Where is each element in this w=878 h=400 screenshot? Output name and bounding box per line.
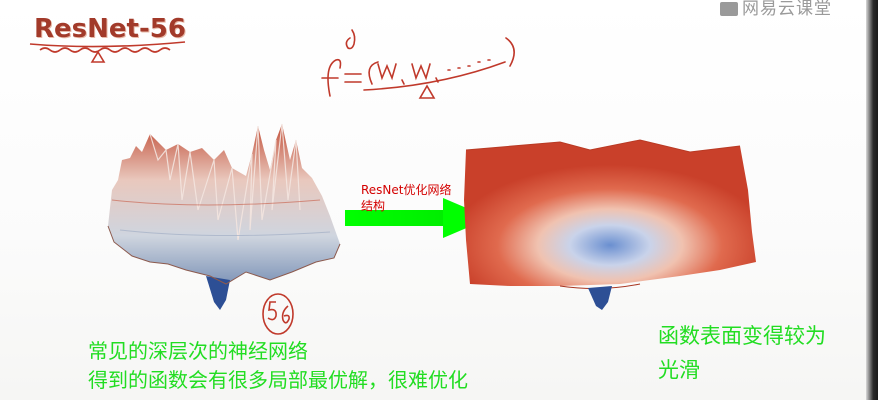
delta-mark-formula [418,84,436,99]
circled-number-annotation [262,293,294,335]
caption-left-line1: 常见的深层次的神经网络 [88,339,308,363]
caption-right-line1: 函数表面变得较为 [658,324,826,348]
smooth-loss-surface-image [464,139,756,310]
caption-right-line2: 光滑 [658,358,700,382]
caption-right: 函数表面变得较为 光滑 [658,319,826,387]
arrow-label: ResNet优化网络 结构 [361,182,471,214]
delta-mark-title [90,50,106,63]
handwritten-formula [321,29,515,99]
caption-left-line2: 得到的函数会有很多局部最优解，很难优化 [88,368,468,392]
caption-left: 常见的深层次的神经网络 得到的函数会有很多局部最优解，很难优化 [88,337,468,395]
arrow-label-line1: ResNet优化网络 [361,183,452,197]
arrow-label-line2: 结构 [361,199,386,213]
slide-canvas: 网易云课堂 ResNet-56 ResNet优化网络 结构 常见的深层次的神经网… [0,0,878,400]
rough-loss-surface-image [107,123,341,310]
title-underline [29,41,186,63]
window-edge [866,0,878,400]
